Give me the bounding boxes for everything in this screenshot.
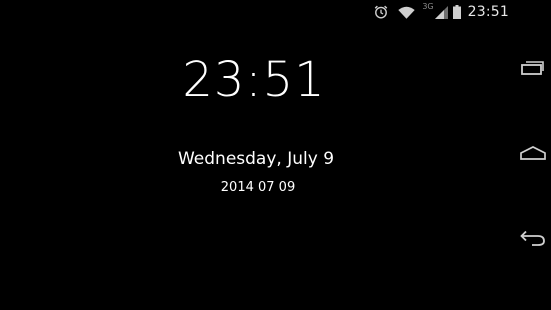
navigation-bar (511, 0, 551, 310)
lockscreen-date-short: 2014 07 09 (220, 180, 296, 195)
alarm-icon (371, 0, 391, 24)
network-type-label: 3G (422, 1, 434, 11)
back-button[interactable] (517, 226, 549, 254)
battery-icon (452, 0, 462, 24)
home-icon (519, 144, 547, 166)
lockscreen-date-long: Wednesday, July 9 (177, 149, 335, 169)
wifi-icon (396, 0, 416, 24)
home-button[interactable] (517, 141, 549, 169)
back-icon (519, 229, 547, 251)
signal-icon (435, 0, 449, 24)
lockscreen-clock: 23:51 (182, 52, 326, 108)
status-bar-clock: 23:51 (467, 4, 509, 20)
status-bar: 3G 23:51 (0, 0, 551, 24)
recents-button[interactable] (517, 56, 549, 84)
recents-icon (519, 59, 547, 81)
